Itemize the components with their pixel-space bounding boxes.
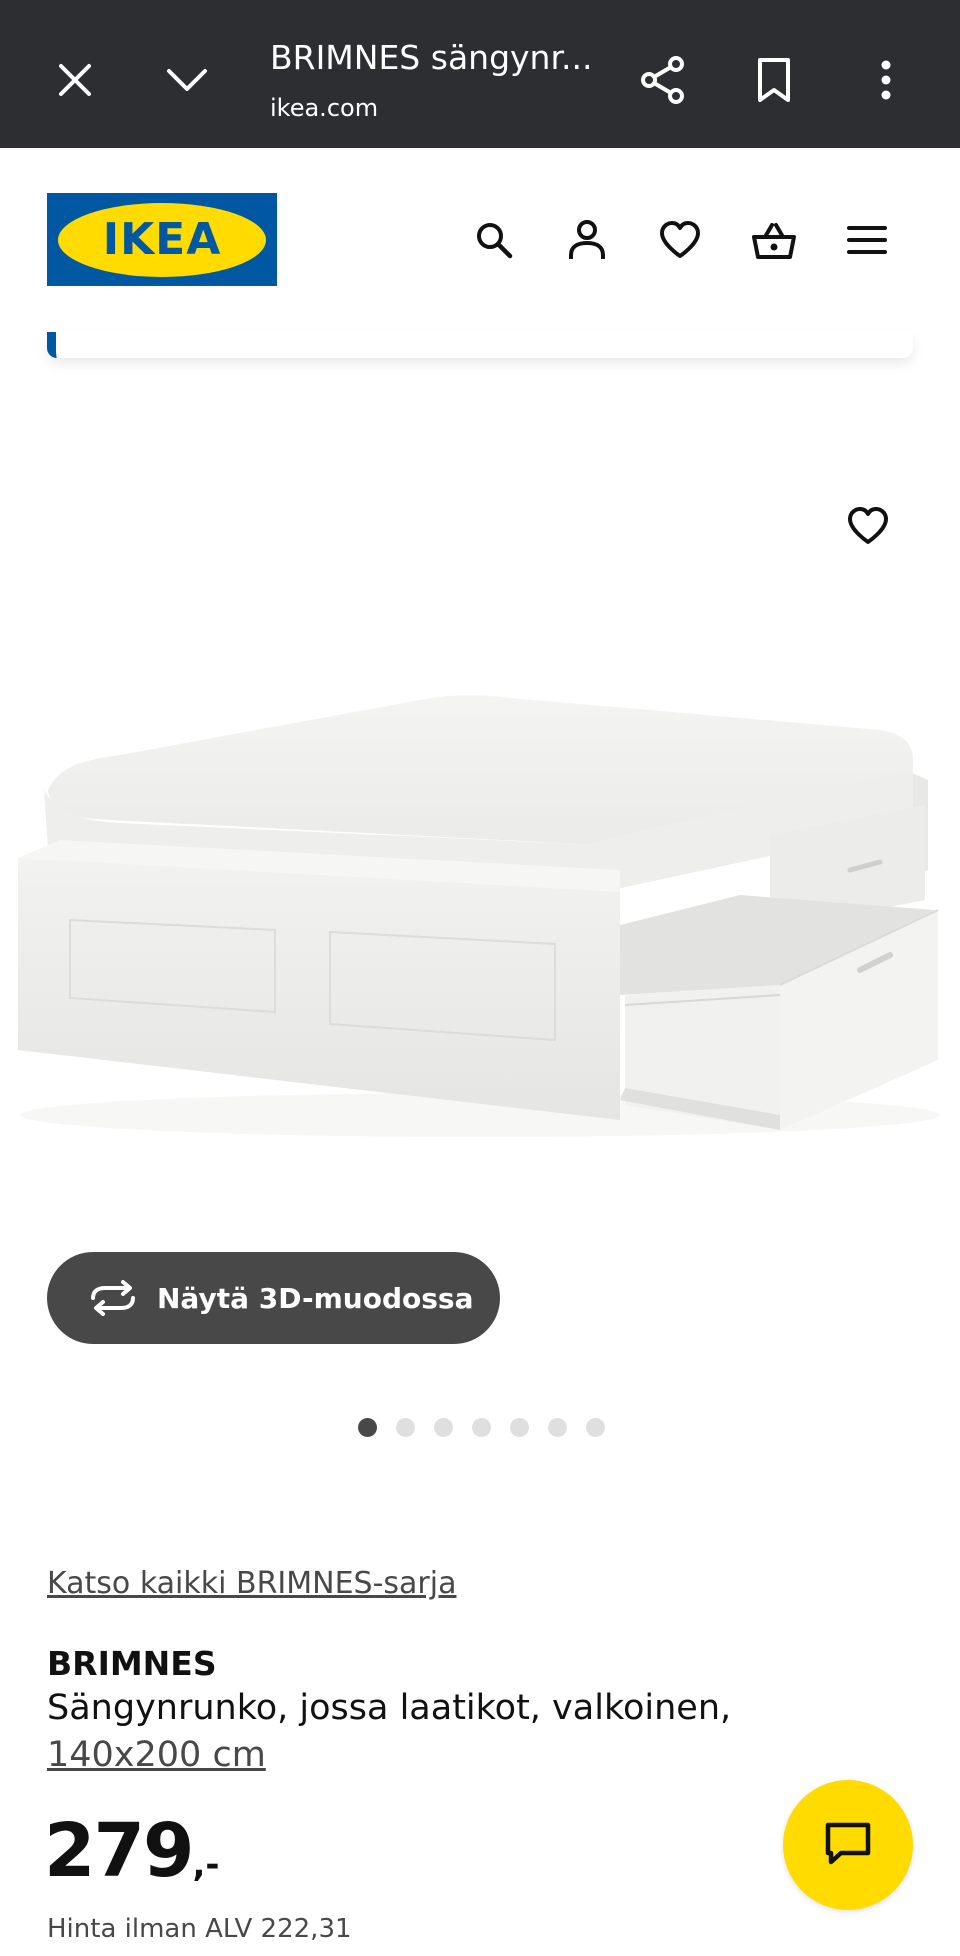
view-3d-button[interactable]: Näytä 3D-muodossa [47, 1252, 500, 1344]
basket-icon[interactable] [744, 210, 804, 270]
pagination-dot[interactable] [358, 1418, 377, 1437]
pagination-dot[interactable] [586, 1418, 605, 1437]
price-ex-vat: Hinta ilman ALV 222,31 [47, 1914, 352, 1944]
browser-url: ikea.com [270, 94, 379, 122]
chat-icon [823, 1820, 873, 1871]
menu-icon[interactable] [837, 210, 897, 270]
site-header: IKEA [0, 148, 960, 330]
pagination-dot[interactable] [472, 1418, 491, 1437]
product-price: 279,- [44, 1808, 220, 1894]
pagination-dot[interactable] [548, 1418, 567, 1437]
bookmark-icon[interactable] [734, 40, 814, 120]
close-icon[interactable] [35, 40, 115, 120]
collapsed-banner [47, 332, 913, 358]
favorite-heart-icon[interactable] [838, 496, 898, 556]
price-suffix: ,- [192, 1845, 220, 1885]
logo-oval: IKEA [58, 202, 266, 277]
share-icon[interactable] [623, 40, 703, 120]
user-icon[interactable] [557, 210, 617, 270]
browser-toolbar: BRIMNES sängynr... ikea.com [0, 0, 960, 148]
series-link[interactable]: Katso kaikki BRIMNES-sarja [47, 1566, 456, 1601]
product-description: Sängynrunko, jossa laatikot, valkoinen, [47, 1688, 732, 1728]
product-size-link[interactable]: 140x200 cm [47, 1735, 266, 1775]
ikea-logo[interactable]: IKEA [47, 193, 277, 286]
heart-icon[interactable] [650, 210, 710, 270]
browser-page-title: BRIMNES sängynr... [270, 38, 593, 77]
pagination-dot[interactable] [434, 1418, 453, 1437]
search-icon[interactable] [464, 210, 524, 270]
image-pagination [358, 1418, 605, 1437]
pagination-dot[interactable] [510, 1418, 529, 1437]
view-3d-label: Näytä 3D-muodossa [157, 1281, 474, 1315]
price-main: 279 [44, 1808, 194, 1894]
chevron-down-icon[interactable] [147, 40, 227, 120]
chat-button[interactable] [783, 1780, 913, 1910]
product-name: BRIMNES [47, 1644, 217, 1683]
rotate-3d-icon [87, 1278, 139, 1318]
product-image[interactable] [0, 440, 960, 1160]
logo-text: IKEA [102, 214, 222, 265]
pagination-dot[interactable] [396, 1418, 415, 1437]
more-vert-icon[interactable] [846, 40, 926, 120]
